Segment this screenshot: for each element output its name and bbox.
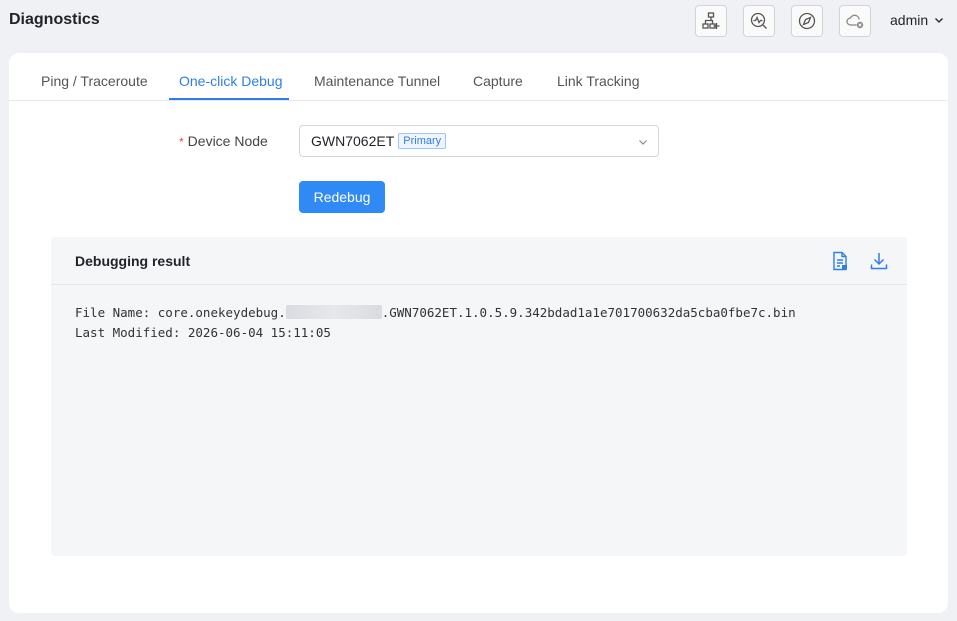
tab-capture[interactable]: Capture	[473, 73, 523, 89]
debugging-result-panel: Debugging result File Name: core.onekeyd…	[51, 237, 907, 556]
primary-badge: Primary	[398, 133, 447, 149]
file-name-suffix: .GWN7062ET.1.0.5.9.342bdad1a1e701700632d…	[381, 305, 796, 320]
tab-link-tracking[interactable]: Link Tracking	[557, 73, 639, 89]
redacted-serial	[285, 305, 382, 319]
required-mark: *	[179, 135, 184, 149]
user-menu[interactable]: admin	[890, 12, 944, 28]
user-name: admin	[890, 12, 929, 28]
result-title: Debugging result	[75, 253, 191, 269]
redebug-button[interactable]: Redebug	[299, 181, 385, 213]
view-log-icon[interactable]	[829, 250, 851, 272]
device-node-label: * Device Node	[179, 133, 268, 149]
device-node-select[interactable]: GWN7062ET Primary	[299, 125, 659, 157]
top-header: Diagnostics admin	[0, 0, 957, 44]
last-modified: Last Modified: 2026-06-04 15:11:05	[75, 325, 331, 340]
cloud-disconnected-icon	[846, 14, 864, 29]
tab-one-click-debug[interactable]: One-click Debug	[179, 73, 283, 89]
speed-test-button[interactable]	[743, 5, 775, 37]
network-add-icon	[702, 12, 720, 29]
file-name-prefix: File Name: core.onekeydebug.	[75, 305, 286, 320]
tab-maintenance-tunnel[interactable]: Maintenance Tunnel	[314, 73, 440, 89]
tab-ping-traceroute[interactable]: Ping / Traceroute	[41, 73, 148, 89]
network-add-button[interactable]	[695, 5, 727, 37]
compass-icon	[798, 12, 816, 30]
cloud-status-button[interactable]	[839, 5, 871, 37]
speed-test-icon	[750, 12, 767, 29]
device-node-value: GWN7062ET	[311, 133, 395, 149]
main-card: Ping / Traceroute One-click Debug Mainte…	[9, 53, 948, 613]
chevron-down-icon	[639, 140, 647, 145]
active-tab-indicator	[169, 98, 289, 100]
compass-button[interactable]	[791, 5, 823, 37]
chevron-down-icon	[935, 17, 944, 24]
tab-bar: Ping / Traceroute One-click Debug Mainte…	[9, 53, 948, 101]
result-header: Debugging result	[51, 237, 907, 285]
result-output: File Name: core.onekeydebug. .GWN7062ET.1…	[75, 303, 796, 343]
download-icon[interactable]	[868, 250, 890, 272]
page-title: Diagnostics	[9, 11, 100, 28]
